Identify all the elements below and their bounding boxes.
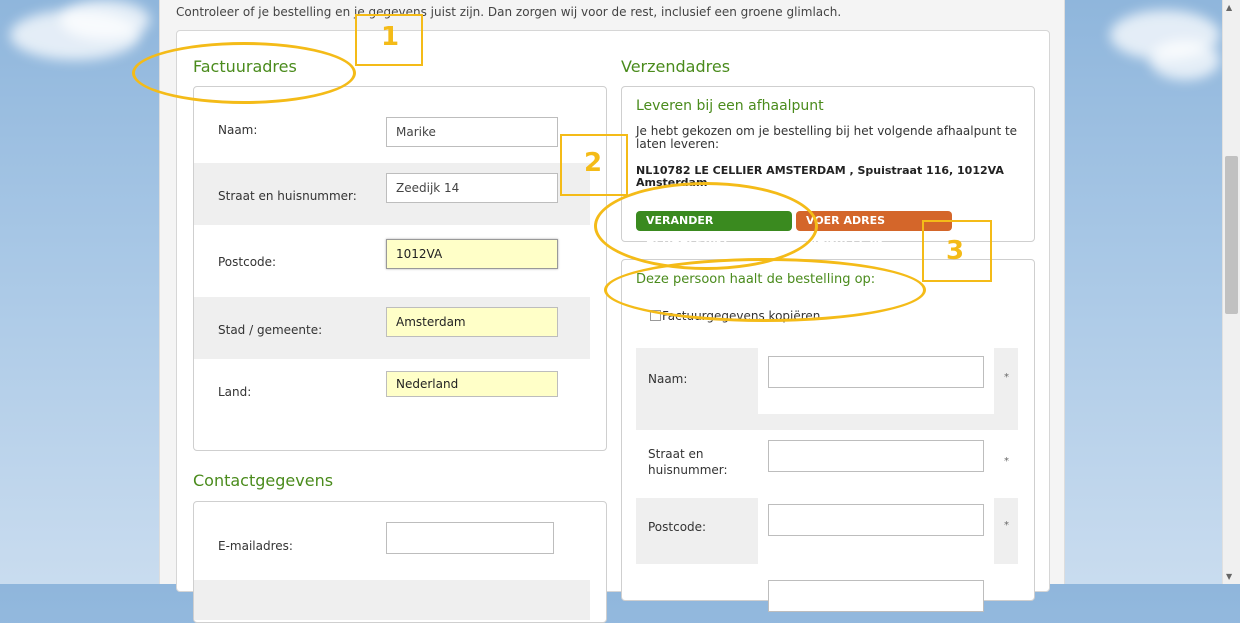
email-input[interactable] xyxy=(386,522,554,554)
collector-name-input[interactable] xyxy=(768,356,984,388)
billing-street-input[interactable]: Zeedijk 14 xyxy=(386,173,558,203)
collector-box: Deze persoon haalt de bestelling op: Fac… xyxy=(621,259,1035,612)
billing-city-label: Stad / gemeente: xyxy=(218,323,323,337)
scrollbar-thumb[interactable] xyxy=(1225,156,1238,314)
pickup-point-box: Leveren bij een afhaalpunt Je hebt gekoz… xyxy=(621,86,1035,247)
pickup-title: Leveren bij een afhaalpunt xyxy=(636,98,824,114)
contact-box: E-mailadres: xyxy=(193,501,607,623)
collector-street-label-line2: huisnummer: xyxy=(648,463,728,477)
billing-address-box: Naam: Marike Straat en huisnummer: Zeedi… xyxy=(193,86,607,451)
collector-name-label: Naam: xyxy=(648,372,688,386)
form-row: Naam: * xyxy=(636,348,1018,414)
form-row: Stad / gemeente: Amsterdam xyxy=(194,297,590,359)
manual-address-button[interactable]: VOER ADRES MANUEEL IN xyxy=(796,211,952,247)
form-row: Postcode: 1012VA xyxy=(194,229,606,291)
checkout-form-panel: Factuuradres Naam: Marike Straat en huis… xyxy=(176,30,1050,623)
billing-postcode-input[interactable]: 1012VA xyxy=(386,239,558,269)
cloud-decoration xyxy=(60,0,150,40)
contact-title: Contactgegevens xyxy=(193,471,334,490)
annotation-number-1: 1 xyxy=(381,22,400,52)
billing-title: Factuuradres xyxy=(193,57,297,76)
collector-street-label: Straat en huisnummer: xyxy=(648,446,728,478)
copy-billing-label: Factuurgegevens kopiëren xyxy=(662,309,821,323)
form-row xyxy=(194,580,590,620)
collector-street-label-line1: Straat en xyxy=(648,447,704,461)
annotation-number-3: 3 xyxy=(946,236,965,266)
collector-title: Deze persoon haalt de bestelling op: xyxy=(636,272,876,287)
form-row: Straat en huisnummer: Zeedijk 14 xyxy=(194,163,590,225)
form-row: Postcode: * xyxy=(636,498,1018,564)
required-marker: * xyxy=(1004,372,1009,383)
shipping-title: Verzendadres xyxy=(621,57,731,76)
cloud-decoration xyxy=(1150,40,1220,80)
scroll-up-icon[interactable]: ▲ xyxy=(1226,3,1232,12)
billing-country-input[interactable]: Nederland xyxy=(386,371,558,397)
billing-city-input[interactable]: Amsterdam xyxy=(386,307,558,337)
vertical-scrollbar[interactable]: ▲ ▼ xyxy=(1222,0,1240,584)
pickup-address-line2: Amsterdam xyxy=(636,176,708,189)
billing-name-input[interactable]: Marike xyxy=(386,117,558,147)
billing-postcode-label: Postcode: xyxy=(218,255,277,269)
required-marker: * xyxy=(1004,520,1009,531)
scroll-down-icon[interactable]: ▼ xyxy=(1226,572,1232,581)
change-pickup-button[interactable]: VERANDER AFHAALPUNT xyxy=(636,211,792,247)
required-marker: * xyxy=(1004,456,1009,467)
collector-city-input[interactable] xyxy=(768,580,984,612)
billing-street-label: Straat en huisnummer: xyxy=(218,189,357,203)
collector-street-input[interactable] xyxy=(768,440,984,472)
annotation-number-2: 2 xyxy=(584,148,603,178)
billing-country-label: Land: xyxy=(218,385,252,399)
copy-billing-checkbox[interactable] xyxy=(650,310,661,321)
collector-postcode-label: Postcode: xyxy=(648,520,707,534)
checkout-page: Controleer of je bestelling en je gegeve… xyxy=(159,0,1065,623)
intro-text: Controleer of je bestelling en je gegeve… xyxy=(176,5,842,19)
pickup-text: Je hebt gekozen om je bestelling bij het… xyxy=(636,124,1018,151)
email-label: E-mailadres: xyxy=(218,539,293,553)
billing-name-label: Naam: xyxy=(218,123,258,137)
form-row: Land: Nederland xyxy=(194,363,606,425)
collector-postcode-input[interactable] xyxy=(768,504,984,536)
form-row-spacer xyxy=(636,414,1018,430)
form-row: Naam: Marike xyxy=(194,97,606,159)
form-row: Straat en huisnummer: * xyxy=(636,432,1018,498)
